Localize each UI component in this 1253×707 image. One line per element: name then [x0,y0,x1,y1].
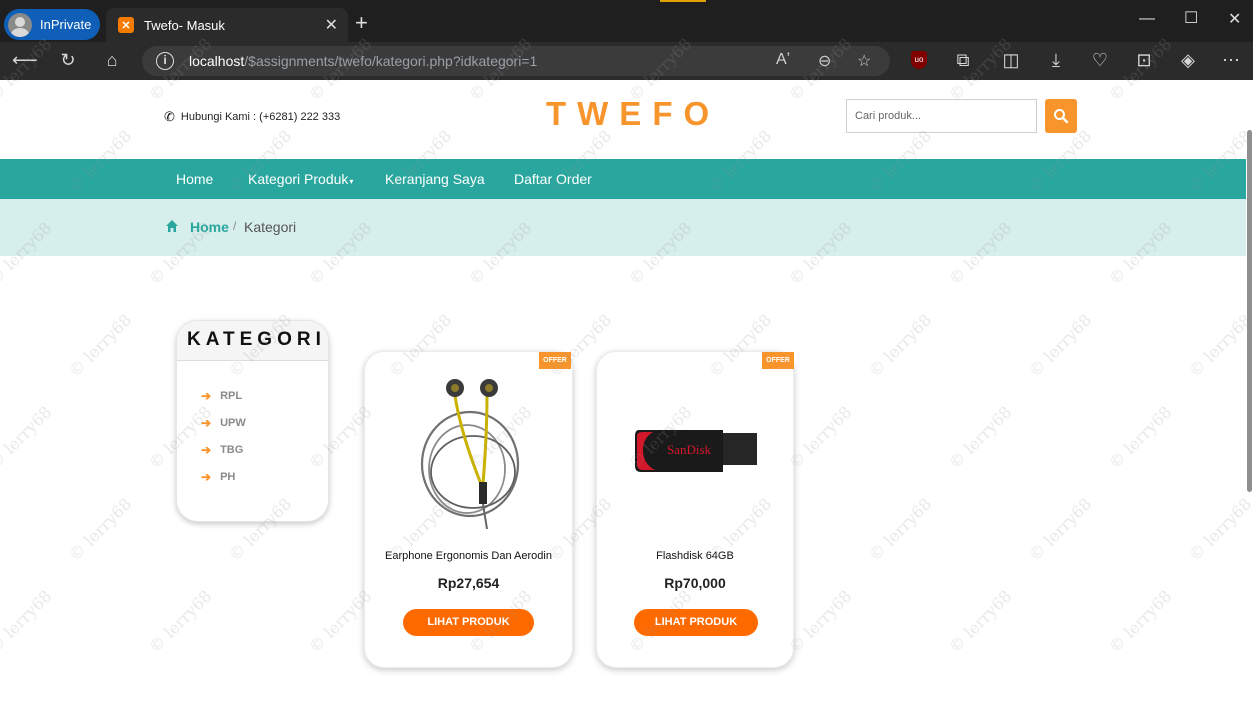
inprivate-badge[interactable]: InPrivate [4,9,100,40]
search-button[interactable] [1045,99,1077,133]
extensions-icon[interactable]: ⧉ [952,50,974,70]
caret-down-icon: ▾ [349,177,354,186]
breadcrumb-current: Kategori [244,219,297,235]
category-item-upw[interactable]: ➔ UPW [201,416,246,430]
scrollbar-thumb[interactable] [1247,130,1252,492]
category-title: KATEGORI [187,329,326,350]
back-icon[interactable]: ⟵ [12,50,38,70]
search-input[interactable] [846,99,1037,133]
product-card: OFFER Earphone Ergonomis Dan Aerodin Rp2… [364,351,573,668]
category-label: PH [220,471,236,483]
hotline: ✆ Hubungi Kami : (+6281) 222 333 [164,109,340,125]
category-label: UPW [220,417,246,429]
tab-title: Twefo- Masuk [144,17,225,33]
flashdisk-image: SanDisk [635,430,757,472]
zoom-out-icon[interactable]: ⊖ [818,51,831,71]
search-icon [1054,109,1069,124]
browser-titlebar: InPrivate ✕ Twefo- Masuk ✕ + — ☐ ✕ [0,0,1253,42]
category-sidebar: KATEGORI ➔ RPL ➔ UPW ➔ TBG ➔ PH [176,320,329,522]
category-item-rpl[interactable]: ➔ RPL [201,389,242,403]
address-bar[interactable]: i localhost/$assignments/twefo/kategori.… [142,46,890,76]
favorite-star-icon[interactable]: ☆ [857,51,871,71]
breadcrumb-separator: / [233,219,237,233]
phone-icon: ✆ [164,109,175,124]
brand-logo[interactable]: TWEFO [546,95,720,133]
close-window-icon[interactable]: ✕ [1228,9,1241,29]
category-item-ph[interactable]: ➔ PH [201,470,235,484]
arrow-right-icon: ➔ [201,416,212,430]
sandisk-label: SanDisk [667,442,712,457]
product-name[interactable]: Flashdisk 64GB [597,550,793,562]
page-scrollbar[interactable] [1246,80,1253,707]
new-tab-icon[interactable]: + [355,12,368,34]
offer-badge: OFFER [762,352,794,369]
browser-essentials-icon[interactable]: ♡ [1089,50,1111,70]
hotline-text: Hubungi Kami : (+6281) 222 333 [180,111,341,123]
home-icon[interactable]: ⌂ [101,50,123,70]
site-info-icon[interactable]: i [156,52,174,70]
earphone-image [420,379,520,530]
close-tab-icon[interactable]: ✕ [325,15,338,35]
main-nav: Home Kategori Produk▾ Keranjang Saya Daf… [0,159,1253,199]
maximize-icon[interactable]: ☐ [1184,8,1198,28]
url-path: /$assignments/twefo/kategori.php?idkateg… [244,53,538,69]
product-card: OFFER SanDisk Flashdisk 64GB Rp70,000 LI… [596,351,794,668]
browser-toolbar: ⟵ ↻ ⌂ i localhost/$assignments/twefo/kat… [0,42,1253,80]
arrow-right-icon: ➔ [201,470,212,484]
view-product-button[interactable]: LIHAT PRODUK [634,609,758,636]
home-icon [166,220,178,232]
nav-kategori-produk[interactable]: Kategori Produk▾ [248,171,353,187]
nav-daftar-order[interactable]: Daftar Order [514,171,592,187]
nav-home[interactable]: Home [176,171,213,187]
more-menu-icon[interactable]: ⋯ [1220,50,1242,70]
product-name[interactable]: Earphone Ergonomis Dan Aerodin [365,550,572,562]
minimize-icon[interactable]: — [1139,10,1155,28]
profile-avatar-icon [8,12,32,37]
xampp-icon: ✕ [118,17,134,33]
ublock-origin-icon[interactable]: uo [911,51,927,69]
breadcrumb-home[interactable]: Home [190,219,229,235]
nav-keranjang[interactable]: Keranjang Saya [385,171,485,187]
category-label: RPL [220,390,243,402]
breadcrumb: Home / Kategori [0,199,1253,256]
product-price: Rp27,654 [437,575,500,591]
category-header: KATEGORI [177,321,328,361]
window-accent-bar [660,0,706,2]
url-text[interactable]: localhost/$assignments/twefo/kategori.ph… [189,53,537,69]
nav-kategori-label: Kategori Produk [248,171,349,187]
view-product-button[interactable]: LIHAT PRODUK [403,609,534,636]
downloads-icon[interactable]: ⤓ [1045,50,1067,70]
web-page: ✆ Hubungi Kami : (+6281) 222 333 TWEFO H… [0,80,1253,707]
category-label: TBG [220,444,244,456]
category-item-tbg[interactable]: ➔ TBG [201,443,243,457]
split-screen-icon[interactable]: ◫ [1000,50,1022,70]
arrow-right-icon: ➔ [201,443,212,457]
product-price: Rp70,000 [664,575,726,591]
screenshot-icon[interactable]: ⊡ [1133,50,1155,70]
arrow-right-icon: ➔ [201,389,212,403]
url-host: localhost [189,53,245,69]
read-aloud-icon[interactable]: Aʼ [776,51,790,69]
browser-tab[interactable]: ✕ Twefo- Masuk ✕ [106,8,348,42]
offer-badge: OFFER [539,352,571,369]
inprivate-label: InPrivate [40,17,92,32]
copilot-icon[interactable]: ◈ [1177,50,1199,70]
refresh-icon[interactable]: ↻ [57,50,79,70]
